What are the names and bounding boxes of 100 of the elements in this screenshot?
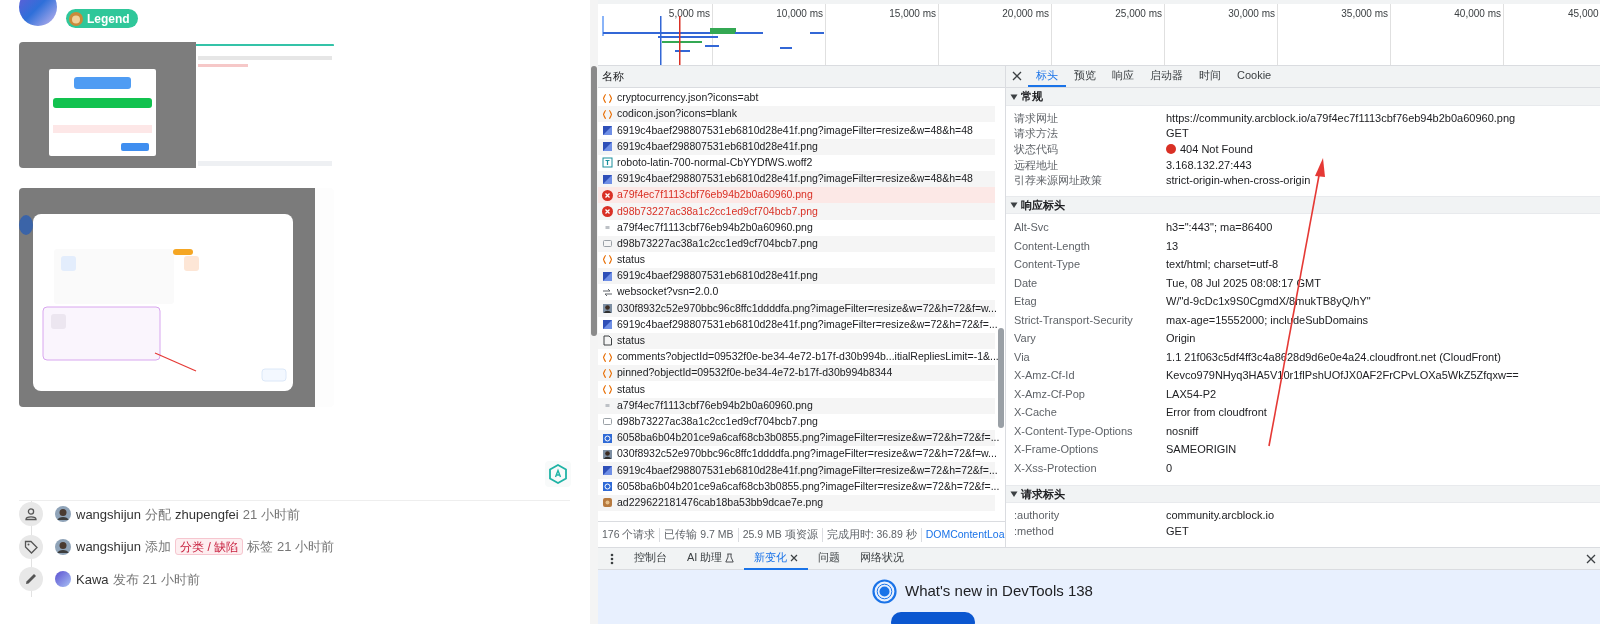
header-name: Vary (1013, 331, 1037, 347)
tag-label[interactable]: 分类 / 缺陷 (175, 538, 244, 556)
json-icon (602, 254, 613, 266)
header-name: X-Frame-Options (1013, 442, 1100, 458)
request-row[interactable]: a79f4ec7f1113cbf76eb94b2b0a60960.png (598, 187, 995, 204)
header-value: 404 Not Found (1180, 141, 1253, 157)
header-name: X-Amz-Cf-Id (1013, 368, 1076, 384)
tick-label: 45,000 (1568, 7, 1599, 21)
user-link[interactable]: Kawa (76, 569, 109, 589)
timestamp: 21 小时前 (142, 570, 200, 589)
image-icon (602, 173, 613, 185)
action-text: 添加 (145, 538, 172, 556)
action-text: 发布 (112, 570, 139, 589)
image-icon (602, 319, 613, 331)
scrollbar-thumb[interactable] (998, 328, 1004, 428)
user-link[interactable]: wangshijun (76, 504, 142, 524)
image-icon (602, 124, 613, 136)
user-link[interactable]: wangshijun (76, 537, 142, 557)
image-icon (602, 448, 613, 460)
triangle-icon (1010, 490, 1018, 499)
header-name: Content-Type (1013, 257, 1082, 273)
image-icon (602, 270, 613, 282)
header-name: Date (1013, 275, 1039, 291)
request-row[interactable]: 6919c4baef298807531eb6810d28e41f.png?imageFilter=resize&w=72&h=72&f=... (598, 462, 995, 479)
header-name: :authority (1013, 508, 1061, 524)
tab[interactable]: 响应 (1104, 66, 1142, 87)
tab[interactable]: 网络状况 (850, 547, 915, 570)
header-name: X-Cache (1013, 405, 1058, 421)
tab[interactable]: 启动器 (1142, 66, 1191, 87)
image-icon (602, 416, 613, 428)
header-value: 3.168.132.27:443 (1166, 157, 1252, 173)
header-value: GET (1166, 126, 1189, 142)
tick-label: 5,000 ms (668, 7, 710, 21)
more-menu-icon[interactable] (610, 552, 614, 565)
header-value: GET (1166, 524, 1189, 540)
summary-text: 已传输 9.7 MB (664, 527, 734, 543)
tab[interactable]: 时间 (1191, 66, 1229, 87)
user-link[interactable]: zhupengfei (175, 504, 239, 524)
image-icon (602, 432, 613, 444)
tab[interactable]: AI 助理 (677, 547, 745, 570)
header-name: Strict-Transport-Security (1013, 312, 1134, 328)
image-icon (602, 481, 613, 493)
header-value: Origin (1166, 331, 1196, 347)
header-value: nosniff (1166, 423, 1199, 439)
tick-label: 30,000 ms (1228, 7, 1275, 21)
header-name: 状态代码 (1013, 141, 1059, 157)
json-icon (602, 351, 613, 363)
header-name: Via (1013, 349, 1031, 365)
tag-icon (24, 539, 38, 554)
tick-label: 10,000 ms (776, 7, 823, 21)
json-icon (602, 108, 613, 120)
triangle-icon (1010, 201, 1018, 210)
font-icon (602, 157, 613, 169)
header-value: community.arcblock.io (1166, 508, 1274, 524)
tab[interactable]: 控制台 (624, 547, 677, 570)
lion-icon (69, 11, 83, 26)
request-row[interactable]: pinned?objectId=09532f0e-be34-4e72-b17f-d30b994b8344 (598, 365, 995, 382)
header-name: 远程地址 (1013, 157, 1059, 173)
request-row[interactable]: codicon.json?icons=blank (598, 106, 995, 123)
header-name: Etag (1013, 294, 1038, 310)
header-name: 请求方法 (1013, 126, 1059, 142)
avatar (55, 571, 71, 588)
tab[interactable]: Cookie (1229, 66, 1280, 87)
document-icon (602, 335, 613, 347)
triangle-icon (1010, 92, 1018, 101)
person-icon (24, 507, 38, 522)
scrollbar-thumb[interactable] (591, 66, 597, 336)
json-icon (602, 383, 613, 395)
header-value: https://community.arcblock.io/a79f4ec7f1113cbf76eb94b2b0a60960.png (1166, 110, 1516, 126)
json-icon (602, 92, 613, 104)
header-name: :method (1013, 524, 1055, 540)
header-value: Error from cloudfront (1166, 405, 1267, 421)
avatar (55, 506, 71, 523)
close-icon[interactable] (1586, 554, 1596, 564)
close-icon[interactable] (1012, 71, 1022, 81)
tab[interactable]: 预览 (1066, 66, 1104, 87)
close-icon[interactable] (790, 553, 799, 562)
header-name: Content-Length (1013, 238, 1091, 254)
tick-label: 25,000 ms (1115, 7, 1162, 21)
tick-label: 35,000 ms (1341, 7, 1388, 21)
section-header[interactable]: 请求标头 (1006, 485, 1600, 504)
header-name: Alt-Svc (1013, 220, 1050, 236)
tick-label: 20,000 ms (1002, 7, 1049, 21)
tab[interactable]: 问题 (808, 547, 851, 570)
request-row[interactable]: d98b73227ac38a1c2cc1ed9cf704bcb7.png (598, 203, 995, 220)
flask-icon (725, 552, 735, 563)
header-name: 引荐来源网址政策 (1013, 173, 1103, 189)
request-row[interactable]: 030f8932c52e970bbc96c8ffc1ddddfa.png?imageFilter=resize&w=72&h=72&f=w... (598, 300, 995, 317)
request-row[interactable]: 6919c4baef298807531eb6810d28e41f.png (598, 268, 995, 285)
header-value: 13 (1166, 238, 1179, 254)
section-header[interactable]: 响应标头 (1006, 196, 1600, 215)
hexagon-icon (549, 464, 567, 484)
image-icon (602, 141, 613, 153)
column-header[interactable]: 名称 (602, 68, 624, 85)
pencil-icon (24, 572, 38, 587)
timing-link[interactable]: DOMContentLoa (925, 527, 1005, 543)
section-header[interactable]: 常规 (1006, 88, 1600, 106)
json-icon (602, 367, 613, 379)
error-icon (602, 189, 613, 201)
header-name: X-Xss-Protection (1013, 460, 1098, 476)
